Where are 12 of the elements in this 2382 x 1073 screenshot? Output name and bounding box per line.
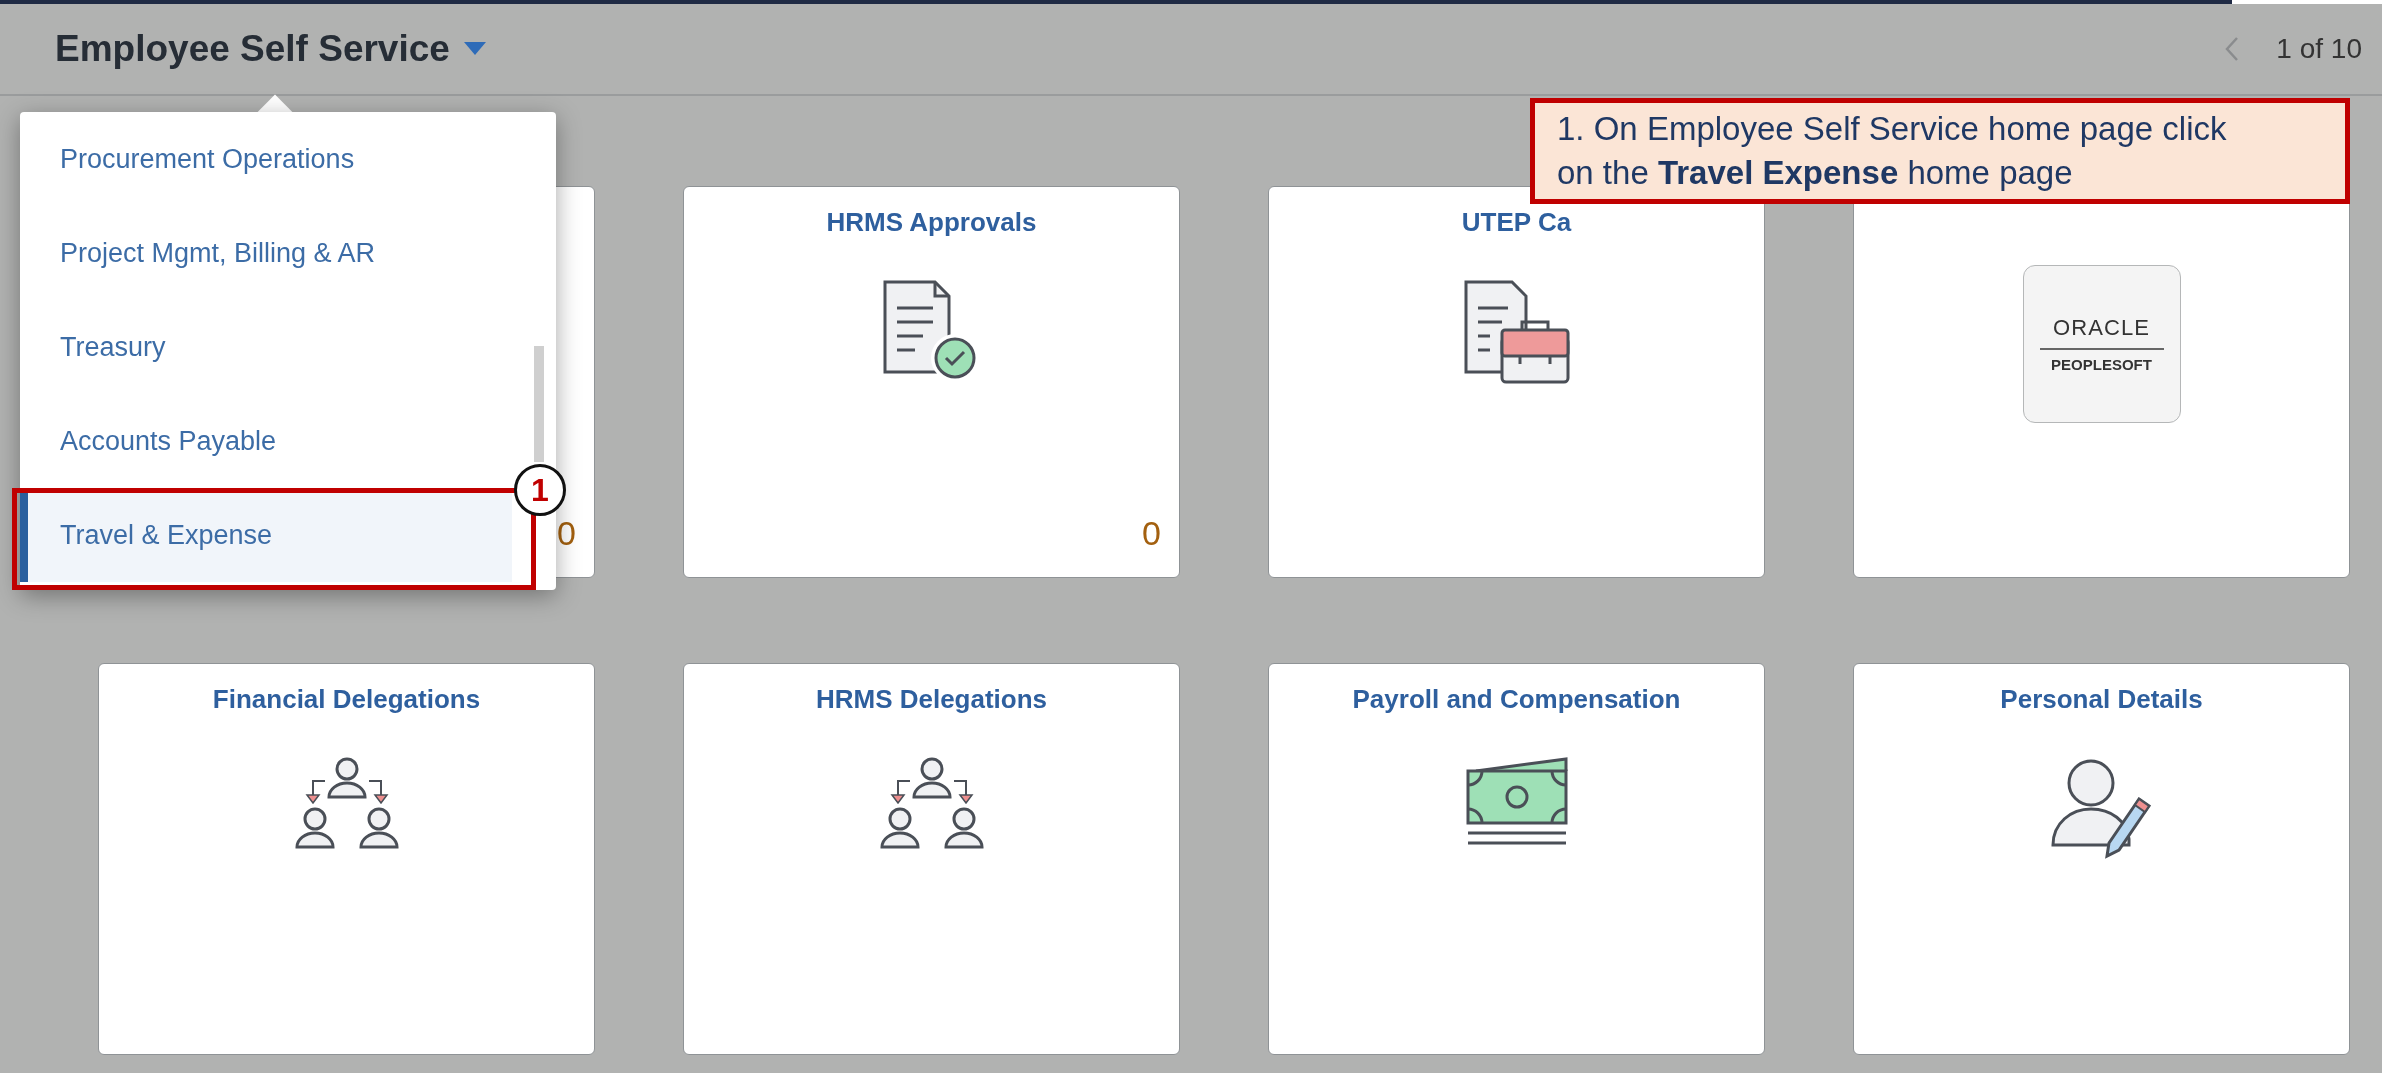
tile-count: 0 <box>1142 513 1161 554</box>
logo-subtext: PEOPLESOFT <box>2051 355 2152 376</box>
tile-title: HRMS Approvals <box>826 206 1037 239</box>
logo-text: ORACLE <box>2052 314 2151 343</box>
tile-title: UTEP Ca <box>1461 206 1572 239</box>
tile-count: 0 <box>557 513 576 554</box>
tile-title: Personal Details <box>2000 683 2203 716</box>
tile-title: HRMS Delegations <box>815 683 1048 716</box>
tile-title: Payroll and Compensation <box>1352 683 1681 716</box>
tile-title: Financial Delegations <box>212 683 481 716</box>
page-counter: 1 of 10 <box>2276 32 2362 66</box>
instruction-tooltip: 1. On Employee Self Service home page click on the Travel Expense home page <box>1530 98 2350 204</box>
